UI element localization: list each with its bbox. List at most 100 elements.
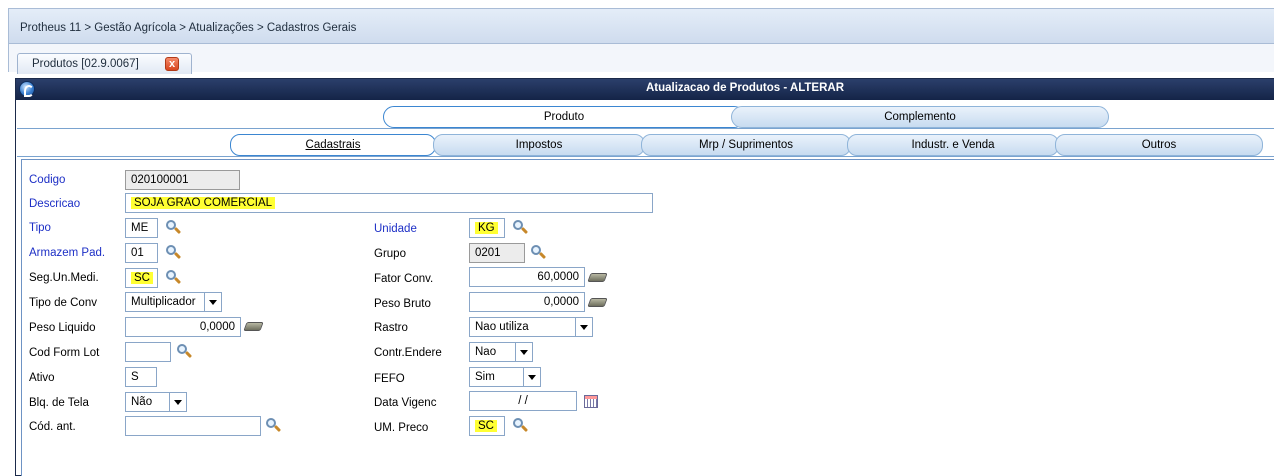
- armazem-value: 01: [131, 247, 144, 259]
- blqtela-value: Não: [131, 396, 153, 408]
- document-tab-produtos[interactable]: Produtos [02.9.0067] x: [17, 53, 192, 74]
- chevron-down-icon[interactable]: [515, 343, 532, 361]
- tipo-field[interactable]: ME: [125, 218, 158, 238]
- search-icon[interactable]: [176, 343, 193, 359]
- window-title: Atualizacao de Produtos - ALTERAR: [645, 82, 845, 94]
- tab-cadastrais-label: Cadastrais: [305, 139, 361, 151]
- armazem-label: Armazem Pad.: [29, 247, 106, 259]
- tab-outros[interactable]: Outros: [1055, 134, 1263, 156]
- tab-mrp-suprimentos[interactable]: Mrp / Suprimentos: [641, 134, 851, 156]
- unidade-field[interactable]: KG: [469, 218, 505, 238]
- chevron-down-icon[interactable]: [575, 318, 592, 336]
- contrendere-label: Contr.Endere: [374, 347, 442, 359]
- app-logo-icon[interactable]: [19, 81, 35, 97]
- folder-tab-produto[interactable]: Produto: [383, 106, 745, 128]
- tab-cadastrais[interactable]: Cadastrais: [230, 134, 436, 156]
- ativo-label: Ativo: [29, 372, 55, 384]
- fefo-select[interactable]: Sim: [469, 367, 541, 387]
- pesoliq-field[interactable]: 0,0000: [125, 317, 241, 337]
- tab-impostos-label: Impostos: [515, 139, 563, 151]
- folder-tab-produto-label: Produto: [543, 111, 585, 123]
- datavigenc-label: Data Vigenc: [374, 397, 437, 409]
- grupo-value: 0201: [475, 247, 501, 259]
- tipo-value: ME: [131, 222, 149, 234]
- codform-field[interactable]: [125, 342, 171, 362]
- ativo-field[interactable]: S: [125, 367, 157, 387]
- codant-label: Cód. ant.: [29, 421, 76, 433]
- pesobruto-value: 0,0000: [543, 296, 579, 308]
- codform-label: Cod Form Lot: [29, 347, 100, 359]
- search-icon[interactable]: [165, 219, 182, 235]
- document-tab-label: Produtos [02.9.0067]: [32, 58, 139, 70]
- rastro-label: Rastro: [374, 322, 408, 334]
- app-frame: Protheus 11 > Gestão Agrícola > Atualiza…: [0, 0, 1274, 476]
- tipoconv-value: Multiplicador: [131, 296, 196, 308]
- search-icon[interactable]: [512, 219, 529, 235]
- calculator-icon[interactable]: [587, 295, 608, 309]
- tab-industr-venda[interactable]: Industr. e Venda: [847, 134, 1059, 156]
- tipo-label: Tipo: [29, 222, 51, 234]
- window-titlebar: Atualizacao de Produtos - ALTERAR: [16, 79, 1274, 100]
- subtab-divider: [17, 156, 1274, 157]
- tipoconv-label: Tipo de Conv: [29, 297, 97, 309]
- umpreco-value: SC: [475, 420, 497, 432]
- calendar-icon[interactable]: [584, 395, 598, 408]
- document-tabstrip: [8, 44, 1274, 72]
- tab-industr-label: Industr. e Venda: [911, 139, 995, 151]
- folder-tab-complemento-label: Complemento: [884, 111, 956, 123]
- fefo-value: Sim: [475, 371, 495, 383]
- descricao-label: Descricao: [29, 198, 81, 210]
- ativo-value: S: [131, 371, 139, 383]
- segun-field[interactable]: SC: [125, 268, 158, 288]
- breadcrumb-bar: Protheus 11 > Gestão Agrícola > Atualiza…: [8, 8, 1274, 44]
- chevron-down-icon[interactable]: [169, 393, 186, 411]
- chevron-down-icon[interactable]: [523, 368, 540, 386]
- datavigenc-value: / /: [518, 395, 528, 407]
- segun-value: SC: [131, 272, 153, 284]
- armazem-field[interactable]: 01: [125, 243, 158, 263]
- grupo-label: Grupo: [374, 248, 406, 260]
- fatorconv-field[interactable]: 60,0000: [469, 267, 585, 287]
- fefo-label: FEFO: [374, 373, 405, 385]
- calculator-icon[interactable]: [587, 270, 608, 284]
- grupo-field[interactable]: 0201: [469, 243, 525, 263]
- codigo-value: 020100001: [131, 174, 189, 186]
- pesobruto-label: Peso Bruto: [374, 298, 431, 310]
- search-icon[interactable]: [530, 244, 547, 260]
- rastro-value: Nao utiliza: [475, 321, 529, 333]
- unidade-value: KG: [475, 222, 498, 234]
- unidade-label: Unidade: [374, 223, 417, 235]
- pesoliq-label: Peso Liquido: [29, 322, 96, 334]
- breadcrumb: Protheus 11 > Gestão Agrícola > Atualiza…: [20, 22, 357, 34]
- tab-mrp-label: Mrp / Suprimentos: [699, 139, 793, 151]
- chevron-down-icon[interactable]: [204, 293, 221, 311]
- search-icon[interactable]: [165, 244, 182, 260]
- contrendere-select[interactable]: Nao: [469, 342, 533, 362]
- codant-field[interactable]: [125, 416, 261, 436]
- blqtela-label: Blq. de Tela: [29, 397, 89, 409]
- rastro-select[interactable]: Nao utiliza: [469, 317, 593, 337]
- fatorconv-label: Fator Conv.: [374, 273, 434, 285]
- pesoliq-value: 0,0000: [199, 321, 235, 333]
- close-icon[interactable]: x: [165, 57, 179, 71]
- contrendere-value: Nao: [475, 346, 497, 358]
- segun-label: Seg.Un.Medi.: [29, 272, 99, 284]
- blqtela-select[interactable]: Não: [125, 392, 187, 412]
- folder-tab-complemento[interactable]: Complemento: [731, 106, 1109, 128]
- pesobruto-field[interactable]: 0,0000: [469, 292, 585, 312]
- codigo-field[interactable]: 020100001: [125, 170, 240, 190]
- tab-impostos[interactable]: Impostos: [433, 134, 645, 156]
- umpreco-label: UM. Preco: [374, 422, 429, 434]
- tab-outros-label: Outros: [1141, 139, 1177, 151]
- codigo-label: Codigo: [29, 174, 66, 186]
- search-icon[interactable]: [165, 269, 182, 285]
- umpreco-field[interactable]: SC: [469, 416, 505, 436]
- calculator-icon[interactable]: [243, 319, 264, 333]
- datavigenc-field[interactable]: / /: [469, 391, 577, 411]
- search-icon[interactable]: [265, 417, 282, 433]
- tipoconv-select[interactable]: Multiplicador: [125, 292, 222, 312]
- descricao-value: SOJA GRAO COMERCIAL: [131, 197, 276, 209]
- fatorconv-value: 60,0000: [537, 271, 579, 283]
- search-icon[interactable]: [512, 417, 529, 433]
- descricao-field[interactable]: SOJA GRAO COMERCIAL: [125, 193, 653, 213]
